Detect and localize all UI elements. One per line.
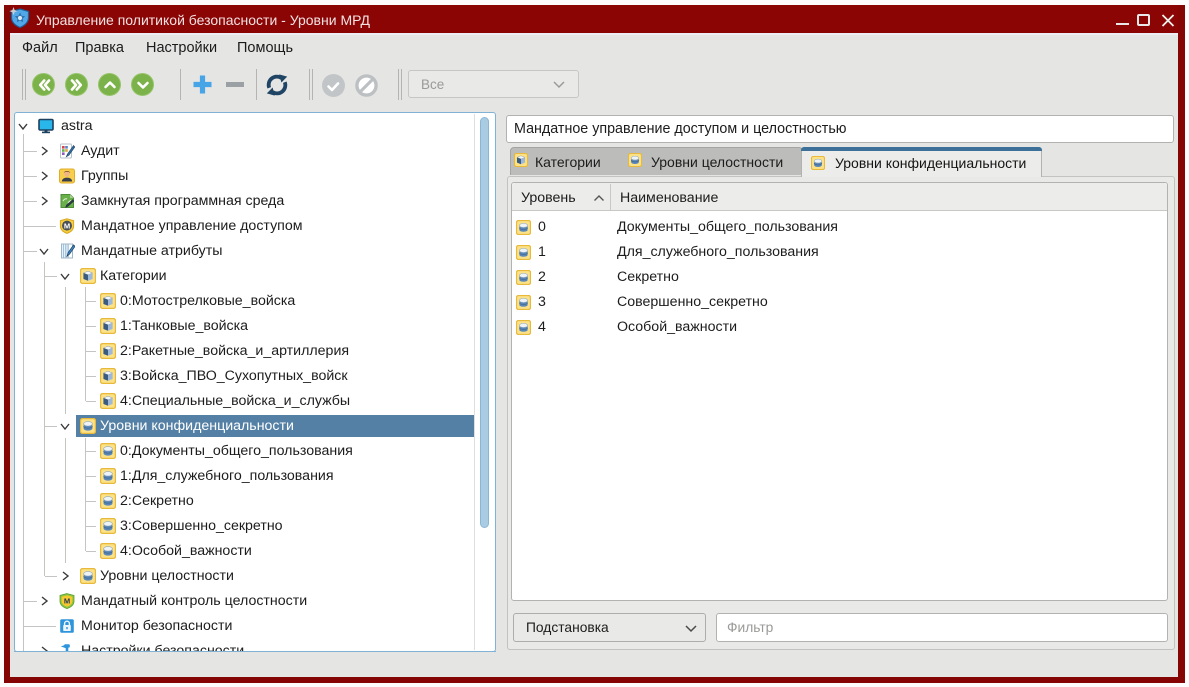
svg-text:M: M bbox=[64, 221, 70, 230]
svg-text:M: M bbox=[64, 597, 70, 606]
